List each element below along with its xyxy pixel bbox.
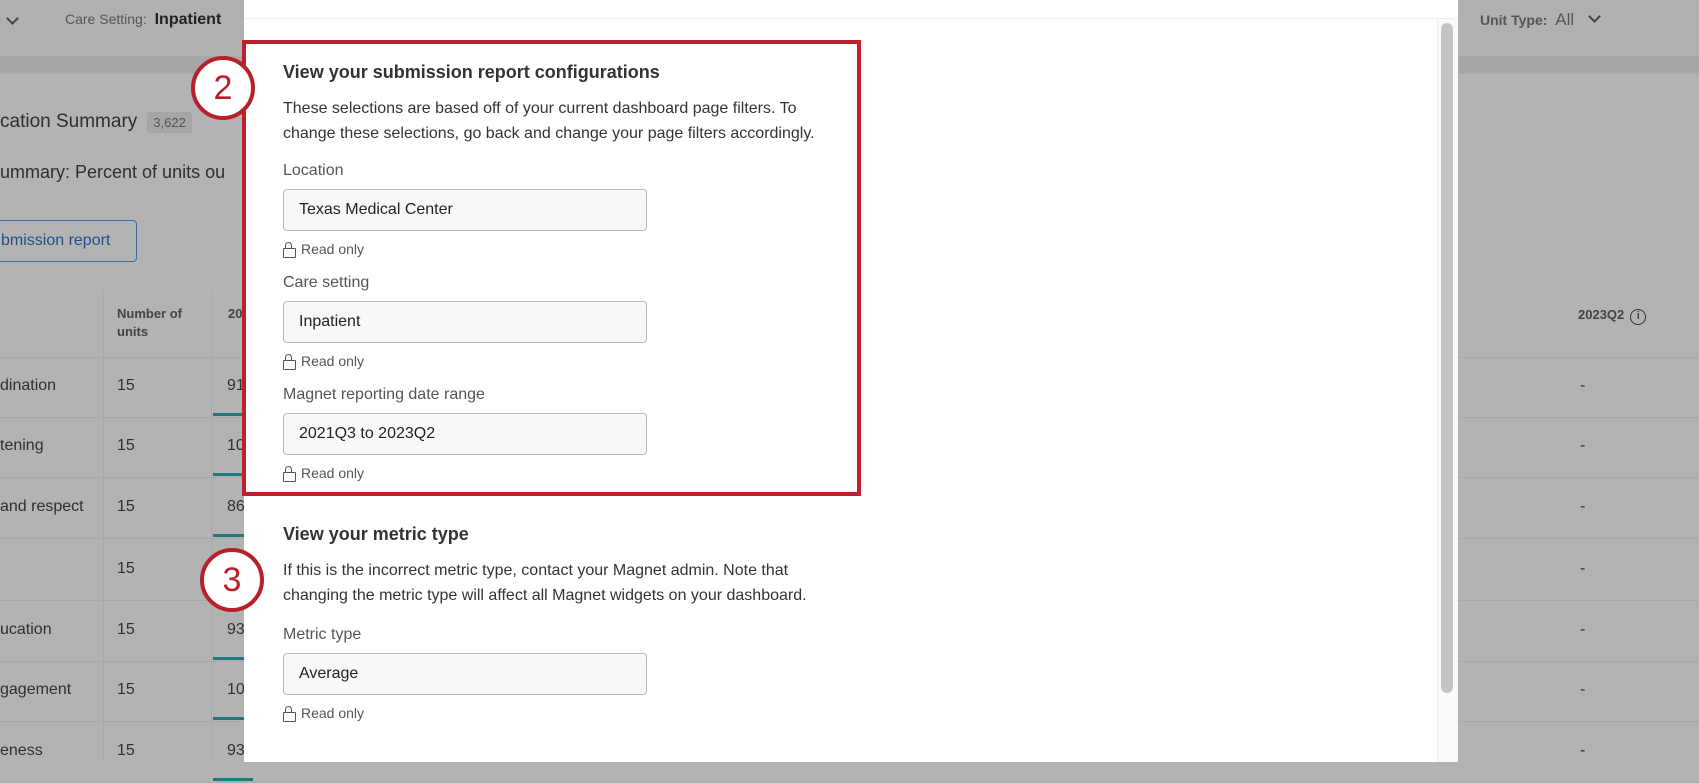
- header-2023q2: 2023Q2 i: [1578, 307, 1647, 325]
- unit-type-filter[interactable]: Unit Type: All: [1480, 10, 1601, 30]
- progress-bar: [213, 778, 253, 781]
- row-quarter-value: 93: [227, 742, 245, 759]
- submission-report-button[interactable]: bmission report: [0, 220, 137, 262]
- scrollbar-thumb[interactable]: [1441, 23, 1453, 693]
- filter-value: All: [1555, 10, 1575, 29]
- filter-label: Care Setting:: [65, 11, 147, 27]
- info-icon[interactable]: i: [1630, 309, 1647, 325]
- row-2023q2-value: -: [1580, 437, 1586, 454]
- annotation-highlight-box: [242, 40, 861, 496]
- metric-type-field[interactable]: Average: [283, 653, 647, 695]
- filter-value: Inpatient: [154, 11, 222, 28]
- filter-label: Unit Type:: [1480, 12, 1548, 28]
- row-2023q2-value: -: [1580, 560, 1586, 577]
- row-quarter-value: 10: [227, 681, 245, 698]
- row-units: 15: [117, 560, 135, 577]
- lock-icon: [283, 706, 296, 722]
- read-only-note: Read only: [283, 705, 365, 722]
- panel-header: [244, 0, 1458, 19]
- row-units: 15: [117, 621, 135, 638]
- row-2023q2-value: -: [1580, 681, 1586, 698]
- step-marker-3: 3: [200, 548, 264, 612]
- widget-header: cation Summary 3,622: [0, 111, 192, 133]
- section-description: If this is the incorrect metric type, co…: [283, 562, 807, 604]
- row-units: 15: [117, 681, 135, 698]
- column-divider: [211, 292, 212, 762]
- row-units: 15: [117, 437, 135, 454]
- row-2023q2-value: -: [1580, 498, 1586, 515]
- row-2023q2-value: -: [1580, 621, 1586, 638]
- count-badge: 3,622: [147, 111, 192, 133]
- read-only-text: Read only: [301, 705, 365, 721]
- row-quarter-value: 86: [227, 498, 245, 515]
- header-label: 2023Q2: [1578, 307, 1625, 322]
- row-label: and respect: [0, 498, 84, 515]
- header-number-of-units: Number of units: [117, 306, 182, 339]
- row-quarter-value: 93: [227, 621, 245, 638]
- widget-subtitle: ummary: Percent of units ou: [0, 162, 226, 182]
- row-label: ucation: [0, 621, 52, 638]
- row-units: 15: [117, 742, 135, 759]
- row-label: gagement: [0, 681, 72, 698]
- row-label: dination: [0, 377, 57, 394]
- row-label: tening: [0, 437, 44, 454]
- row-units: 15: [117, 377, 135, 394]
- metric-type-label: Metric type: [283, 626, 362, 643]
- care-setting-filter[interactable]: Care Setting: Inpatient: [65, 11, 221, 29]
- chevron-down-icon: [1588, 10, 1601, 23]
- row-2023q2-value: -: [1580, 742, 1586, 759]
- widget-title: cation Summary: [0, 111, 138, 132]
- step-marker-2: 2: [191, 56, 255, 120]
- column-divider: [103, 292, 104, 762]
- header-quarter: 20: [228, 306, 243, 321]
- section-title-metric-type: View your metric type: [283, 524, 469, 544]
- row-label: eness: [0, 742, 43, 759]
- row-units: 15: [117, 498, 135, 515]
- row-2023q2-value: -: [1580, 377, 1586, 394]
